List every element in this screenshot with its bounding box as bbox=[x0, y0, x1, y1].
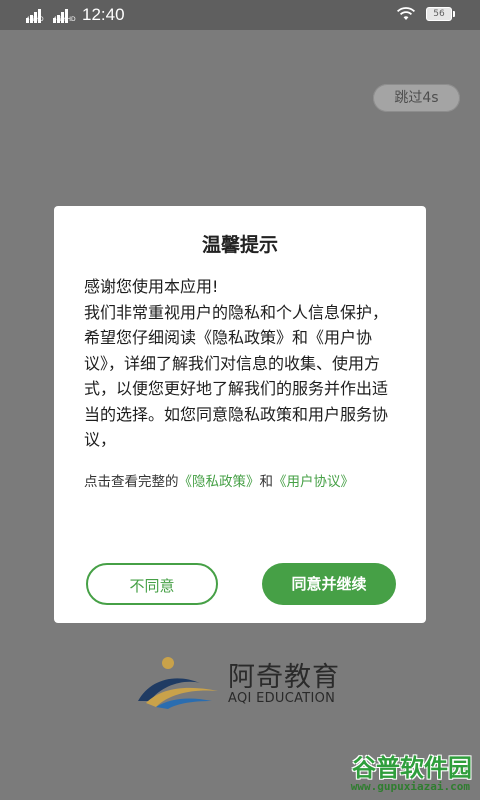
links-conjunction: 和 bbox=[259, 474, 274, 490]
skip-button[interactable]: 跳过4s bbox=[373, 84, 460, 112]
privacy-dialog: 温馨提示 感谢您使用本应用! 我们非常重视用户的隐私和个人信息保护，希望您仔细阅… bbox=[54, 206, 426, 623]
dialog-body: 感谢您使用本应用! 我们非常重视用户的隐私和个人信息保护，希望您仔细阅读《隐私政… bbox=[84, 274, 400, 453]
signal-icon: 4GHD bbox=[26, 7, 44, 23]
signal-label: 4GHD bbox=[26, 16, 44, 23]
dialog-body-line: 感谢您使用本应用! bbox=[84, 277, 219, 296]
status-bar: 4GHD 4G+HD 12:40 56 bbox=[0, 0, 480, 30]
logo-mark-icon bbox=[138, 657, 218, 709]
watermark-url: www.gupuxiazai.com bbox=[350, 780, 470, 793]
privacy-policy-link[interactable]: 《隐私政策》 bbox=[179, 474, 260, 490]
watermark-title: 谷普软件园 bbox=[352, 754, 472, 782]
disagree-button[interactable]: 不同意 bbox=[86, 563, 218, 605]
signal-icon: 4G+HD bbox=[53, 7, 76, 23]
links-prefix: 点击查看完整的 bbox=[84, 474, 179, 490]
wifi-icon bbox=[396, 7, 416, 20]
logo-chinese-name: 阿奇教育 bbox=[228, 662, 340, 693]
signal-label: 4G+HD bbox=[53, 16, 76, 23]
status-time: 12:40 bbox=[82, 5, 125, 24]
dialog-title: 温馨提示 bbox=[201, 234, 278, 256]
dialog-body-line: 我们非常重视用户的隐私和个人信息保护，希望您仔细阅读《隐私政策》和《用户协议》，… bbox=[84, 302, 389, 450]
battery-icon: 56 bbox=[426, 7, 455, 21]
agree-continue-button[interactable]: 同意并继续 bbox=[262, 563, 396, 605]
watermark: 谷普软件园 www.gupuxiazai.com bbox=[336, 748, 476, 798]
user-agreement-link[interactable]: 《用户协议》 bbox=[273, 474, 354, 490]
logo-english-name: AQI EDUCATION bbox=[228, 691, 336, 706]
app-logo: 阿奇教育 AQI EDUCATION bbox=[136, 655, 356, 715]
dialog-links: 点击查看完整的《隐私政策》和《用户协议》 bbox=[84, 468, 400, 496]
